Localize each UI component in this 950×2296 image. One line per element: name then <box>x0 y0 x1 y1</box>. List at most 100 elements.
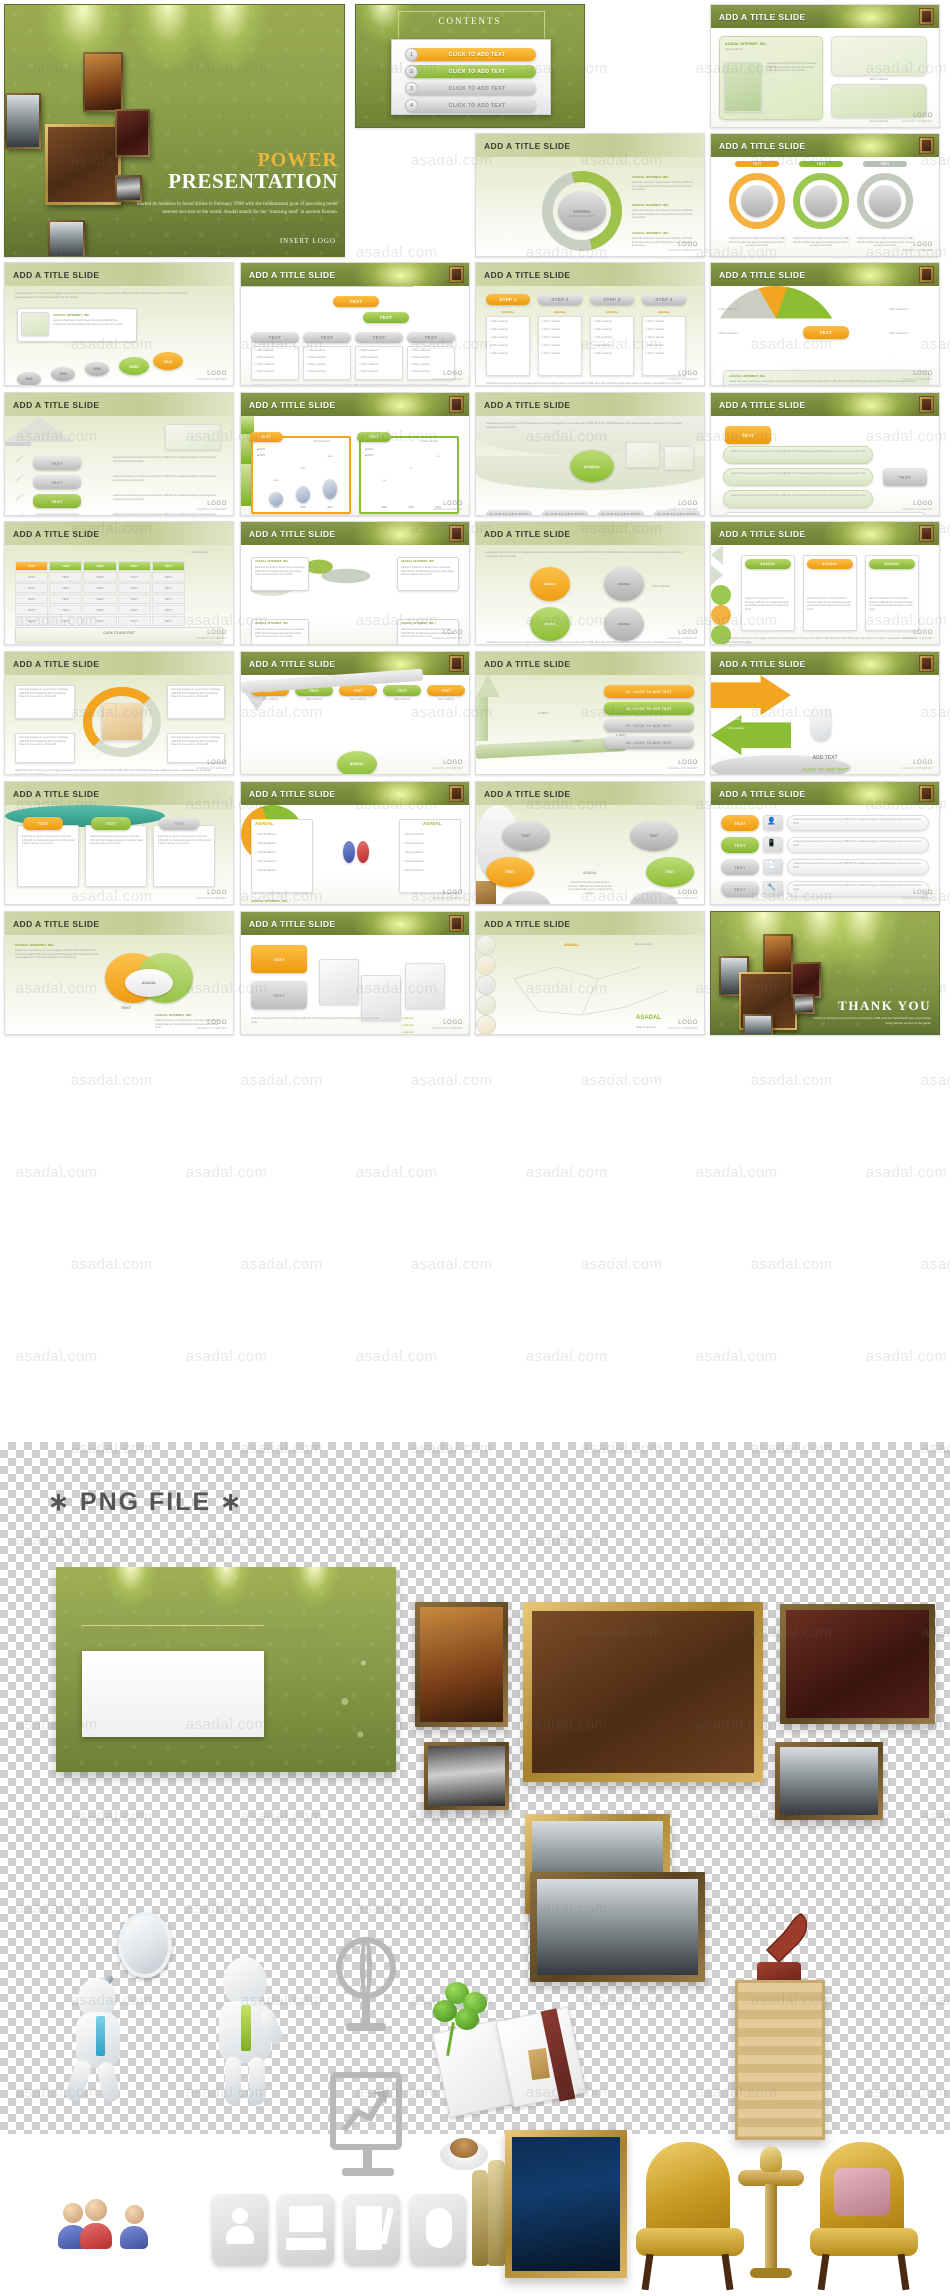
template-slide-timeline[interactable]: ADD A TITLE SLIDE Asadal has been running… <box>4 262 234 386</box>
table-cell: TEXT <box>15 583 49 594</box>
row-tag-2: TEXT <box>721 837 759 854</box>
watermark-text: asadal.com <box>410 1072 493 1089</box>
nav-right-arrow <box>711 565 723 586</box>
org-root: TEXT <box>333 296 379 308</box>
slide-title-text: ADD A TITLE SLIDE <box>13 918 100 929</box>
table-cell: TEXT <box>151 616 185 627</box>
slide-title-bar: ADD A TITLE SLIDE <box>241 393 469 433</box>
logo-sublabel: ASADAL INTERNET <box>432 377 463 381</box>
template-slide-orgchart[interactable]: ADD A TITLE SLIDE TEXT TEXT TEXT ✓ Click to … <box>240 262 470 386</box>
thumbnail-photo <box>922 139 931 152</box>
template-slide-cycle[interactable]: ADD A TITLE SLIDE started its business in… <box>4 651 234 775</box>
photo-bw-mountain <box>780 1747 878 1815</box>
template-slide-steps4[interactable]: ADD A TITLE SLIDE STEP 1 ASADAL ✓ Click to … <box>475 262 705 386</box>
logo-sublabel: ASADAL INTERNET <box>667 896 698 900</box>
step-bullet: ✓ Click to add text <box>645 329 664 332</box>
watermark-text: asadal.com <box>15 1164 98 1181</box>
logo-sublabel: ASADAL INTERNET <box>432 896 463 900</box>
table-cell: TEXT <box>49 616 83 627</box>
bottle <box>472 2170 488 2266</box>
company-name: ASADAL INTERNET, INC. <box>632 203 670 208</box>
contents-slide[interactable]: CONTENTS 1 CLICK TO ADD TEXT 2 CLICK TO … <box>355 4 585 128</box>
monitor-icon <box>289 2206 323 2232</box>
row-glyph-icon-3: 📄 <box>767 862 776 870</box>
template-slide-arrows2[interactable]: ADD A TITLE SLIDE ✓ Click to add text ✓ Cl… <box>710 651 940 775</box>
org-node-4: TEXT <box>407 332 455 344</box>
arrow-left-bullet: ✓ Click to add text <box>725 727 745 731</box>
cover-title-presentation: PRESENTATION <box>168 169 338 193</box>
book-left-bullet: ✓ Click to add text <box>255 833 276 837</box>
thumbnail-photo <box>922 527 931 540</box>
chart-legend-2: ■ TEXT <box>257 454 266 458</box>
contents-item-3[interactable]: 3 CLICK TO ADD TEXT <box>405 82 536 95</box>
slide-title-bar: ADD A TITLE SLIDE <box>5 782 233 806</box>
template-slide-rowsbtn[interactable]: ADD A TITLE SLIDE TEXT 👤 started its busine… <box>710 781 940 905</box>
org-bullet: ✓ Click to add text <box>358 363 378 367</box>
template-slide-donut[interactable]: ADD A TITLE SLIDE ASADAL CLICK TO ADD TEXT… <box>475 133 705 257</box>
pencil-icon <box>380 2207 394 2245</box>
template-slide-circ4[interactable]: ADD A TITLE SLIDE Asadal has been running… <box>475 521 705 645</box>
template-slide-seesaw[interactable]: ADD A TITLE SLIDE TEXT Click to add text TE… <box>240 651 470 775</box>
white-placeholder-panel <box>82 1651 264 1737</box>
photo <box>765 936 791 976</box>
feature-icon-2 <box>711 605 731 626</box>
company-name: ASADAL INTERNET, INC. <box>255 622 289 626</box>
footer-copy: started its business in Seoul Korea in F… <box>251 1017 379 1024</box>
thumbnail-frame <box>919 784 934 803</box>
template-slide-boxes3[interactable]: ADD A TITLE SLIDE TEXT TEXT ✦ Add text ✦ Add… <box>240 911 470 1035</box>
template-slide-thankyou[interactable]: THANK YOU Started its business in Seoul K… <box>710 911 940 1035</box>
slide-title-text: ADD A TITLE SLIDE <box>13 269 100 280</box>
contents-item-1[interactable]: 1 CLICK TO ADD TEXT <box>405 48 536 61</box>
thumbnail-frame <box>449 524 464 543</box>
template-slide-network[interactable]: ADD A TITLE SLIDE ASADAL Click to add text… <box>475 911 705 1035</box>
contents-item-4[interactable]: 4 CLICK TO ADD TEXT <box>405 99 536 112</box>
template-slide-notes3[interactable]: ADD A TITLE SLIDE TEXT started its busines… <box>4 781 234 905</box>
slide-title-bar: ADD A TITLE SLIDE <box>711 782 939 822</box>
watermark-text: asadal.com <box>410 1256 493 1273</box>
photo-bw-reflection <box>537 1879 698 1975</box>
frame-city <box>115 175 142 202</box>
cover-slide[interactable]: POWER PRESENTATION Started its business … <box>4 4 345 257</box>
company-name: ASADAL INTERNET, INC. <box>632 175 670 180</box>
chair-leg <box>721 2253 734 2291</box>
template-slide-charts2[interactable]: ADD A TITLE SLIDE TEXT Click to add text ■ … <box>240 392 470 516</box>
body-copy: started its business in Seoul Korea in F… <box>632 181 693 192</box>
asset-chart-screen-icon <box>330 2072 408 2192</box>
template-slide-stackbtn[interactable]: ADD A TITLE SLIDE TEXT started its busines… <box>710 392 940 516</box>
template-slide-table[interactable]: ADD A TITLE SLIDE TEXT TEXT TEXT TEXT TEXT TEX… <box>4 521 234 645</box>
gauge-note-4: Click to add text <box>889 332 908 336</box>
template-slide-ovals[interactable]: ADD A TITLE SLIDETEXTTEXTTEXTTEXTTEXTTEX… <box>475 781 705 905</box>
timeline-node-2009: 2009 <box>119 357 149 376</box>
logo-sublabel: ASADAL INTERNET <box>902 119 933 123</box>
template-slide-photogrid[interactable]: ADD A TITLE SLIDE ASADAL INTERNET, INC. Cl… <box>710 4 940 128</box>
org-branch: TEXT <box>363 312 409 324</box>
box-tag-2: TEXT <box>251 981 307 1010</box>
watermark-text: asadal.com <box>70 1072 153 1089</box>
table-footer-band <box>15 627 223 644</box>
circle-node-4: ASADAL <box>604 607 644 642</box>
slide-title-bar: ADD A TITLE SLIDE <box>241 782 469 822</box>
book-right-bullet: ✓ Click to add text <box>403 833 424 837</box>
screen-stand <box>363 2150 372 2170</box>
template-slide-gauge[interactable]: ADD A TITLE SLIDE TEXT Click to add text Cl… <box>710 262 940 386</box>
template-slide-bookcycle[interactable]: ADD A TITLE SLIDE ASADAL ✓ Click to add te… <box>240 781 470 905</box>
logo-mark: LOGO ASADAL INTERNET <box>902 501 933 511</box>
template-slide-venn[interactable]: ADD A TITLE SLIDE ASADAL INTERNET, INC. As… <box>4 911 234 1035</box>
template-slide-stairs[interactable]: ADD A TITLE SLIDE STEP 4 TEXT started its b… <box>4 392 234 516</box>
template-slide-worldmap[interactable]: ADD A TITLE SLIDE ASADAL INTERNET, INC. st… <box>240 521 470 645</box>
template-slide-cards3[interactable]: ADD A TITLE SLIDE ASADAL started its busin… <box>710 521 940 645</box>
template-slide-wave[interactable]: ADD A TITLE SLIDE ASADAL CLICK TO ADD TEXT… <box>475 392 705 516</box>
template-slide-arrowpath[interactable]: ADD A TITLE SLIDE ● TEXT ● TEXT ● TEXT 01. C… <box>475 651 705 775</box>
logo-mark: LOGO ASADAL INTERNET <box>432 1020 463 1030</box>
step-pill-3: STEP 3 <box>590 294 634 306</box>
template-slide-circles3[interactable]: ADD A TITLE SLIDE TEXT started its busines… <box>710 133 940 257</box>
contents-item-2[interactable]: 2 CLICK TO ADD TEXT <box>405 65 536 78</box>
trophy-ornament-icon <box>760 2146 782 2172</box>
logo-mark: LOGO ASADAL INTERNET <box>432 501 463 511</box>
org-bullet: ✓ Click to add text <box>254 349 274 353</box>
org-bullet: ✓ Click to add text <box>410 356 430 360</box>
chart-value-1: 1.8 <box>382 480 386 483</box>
seesaw-note-5: Click to add text <box>437 699 455 702</box>
thumbnail-photo <box>452 917 461 930</box>
note-right: Click to add text <box>652 585 670 589</box>
